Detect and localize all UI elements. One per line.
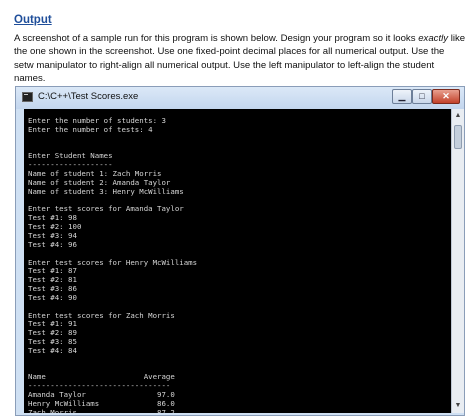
vertical-scrollbar[interactable]: ▲ ▼ (451, 109, 464, 413)
console-line: Name of student 3: Henry McWilliams (28, 186, 184, 196)
scroll-up-arrow-icon[interactable]: ▲ (453, 111, 463, 121)
console-line: Henry McWilliams 86.0 (28, 399, 175, 408)
console-line: Test #4: 90 (28, 292, 77, 302)
section-heading: Output (14, 14, 52, 26)
console-line: Test #3: 94 (28, 230, 77, 240)
console-line: Test #1: 87 (28, 266, 77, 276)
close-button[interactable]: ✕ (432, 89, 460, 104)
instructions-emphasis: exactly (418, 33, 449, 44)
console-line: Test #4: 96 (28, 239, 77, 249)
console-line: Enter test scores for Henry McWilliams (28, 257, 198, 267)
console-line: Enter Student Names (28, 151, 113, 161)
console-text: Enter the number of students: 3 Enter th… (24, 109, 451, 413)
window-titlebar[interactable]: C:\C++\Test Scores.exe ▁ □ ✕ (16, 87, 464, 109)
console-line: ------------------- (28, 160, 113, 170)
console-line: Test #2: 100 (28, 222, 82, 232)
console-line: Test #2: 89 (28, 328, 77, 338)
console-line: Enter test scores for Amanda Taylor (28, 204, 184, 214)
minimize-button[interactable]: ▁ (392, 89, 412, 104)
console-line: Name of student 2: Amanda Taylor (28, 177, 171, 187)
console-line: Enter the number of students: 3 (28, 116, 166, 125)
console-output[interactable]: Enter the number of students: 3 Enter th… (24, 109, 451, 413)
console-line: Amanda Taylor 97.0 (28, 390, 175, 400)
window-title: C:\C++\Test Scores.exe (38, 91, 139, 102)
console-line: Enter test scores for Zach Morris (28, 310, 175, 320)
console-line: Test #1: 98 (28, 213, 77, 223)
console-line: Zach Morris 87.2 (28, 407, 175, 413)
console-line: Enter the number of tests: 4 (28, 124, 153, 134)
instructions-text-start: A screenshot of a sample run for this pr… (14, 33, 419, 44)
maximize-button[interactable]: □ (412, 89, 432, 104)
scroll-down-arrow-icon[interactable]: ▼ (453, 401, 463, 411)
console-line: Name of student 1: Zach Morris (28, 169, 162, 179)
console-line: Test #2: 81 (28, 275, 77, 285)
console-line: Name Average (28, 372, 175, 382)
console-line: Test #4: 84 (28, 345, 77, 355)
console-line: -------------------------------- (28, 381, 171, 391)
console-line: Test #1: 91 (28, 319, 77, 329)
console-app-icon (22, 92, 33, 102)
console-line: Test #3: 86 (28, 284, 77, 294)
scroll-thumb[interactable] (454, 125, 462, 149)
console-window: C:\C++\Test Scores.exe ▁ □ ✕ Enter the n… (15, 86, 465, 416)
instructions-paragraph: A screenshot of a sample run for this pr… (14, 32, 466, 86)
console-line: Test #3: 85 (28, 337, 77, 347)
